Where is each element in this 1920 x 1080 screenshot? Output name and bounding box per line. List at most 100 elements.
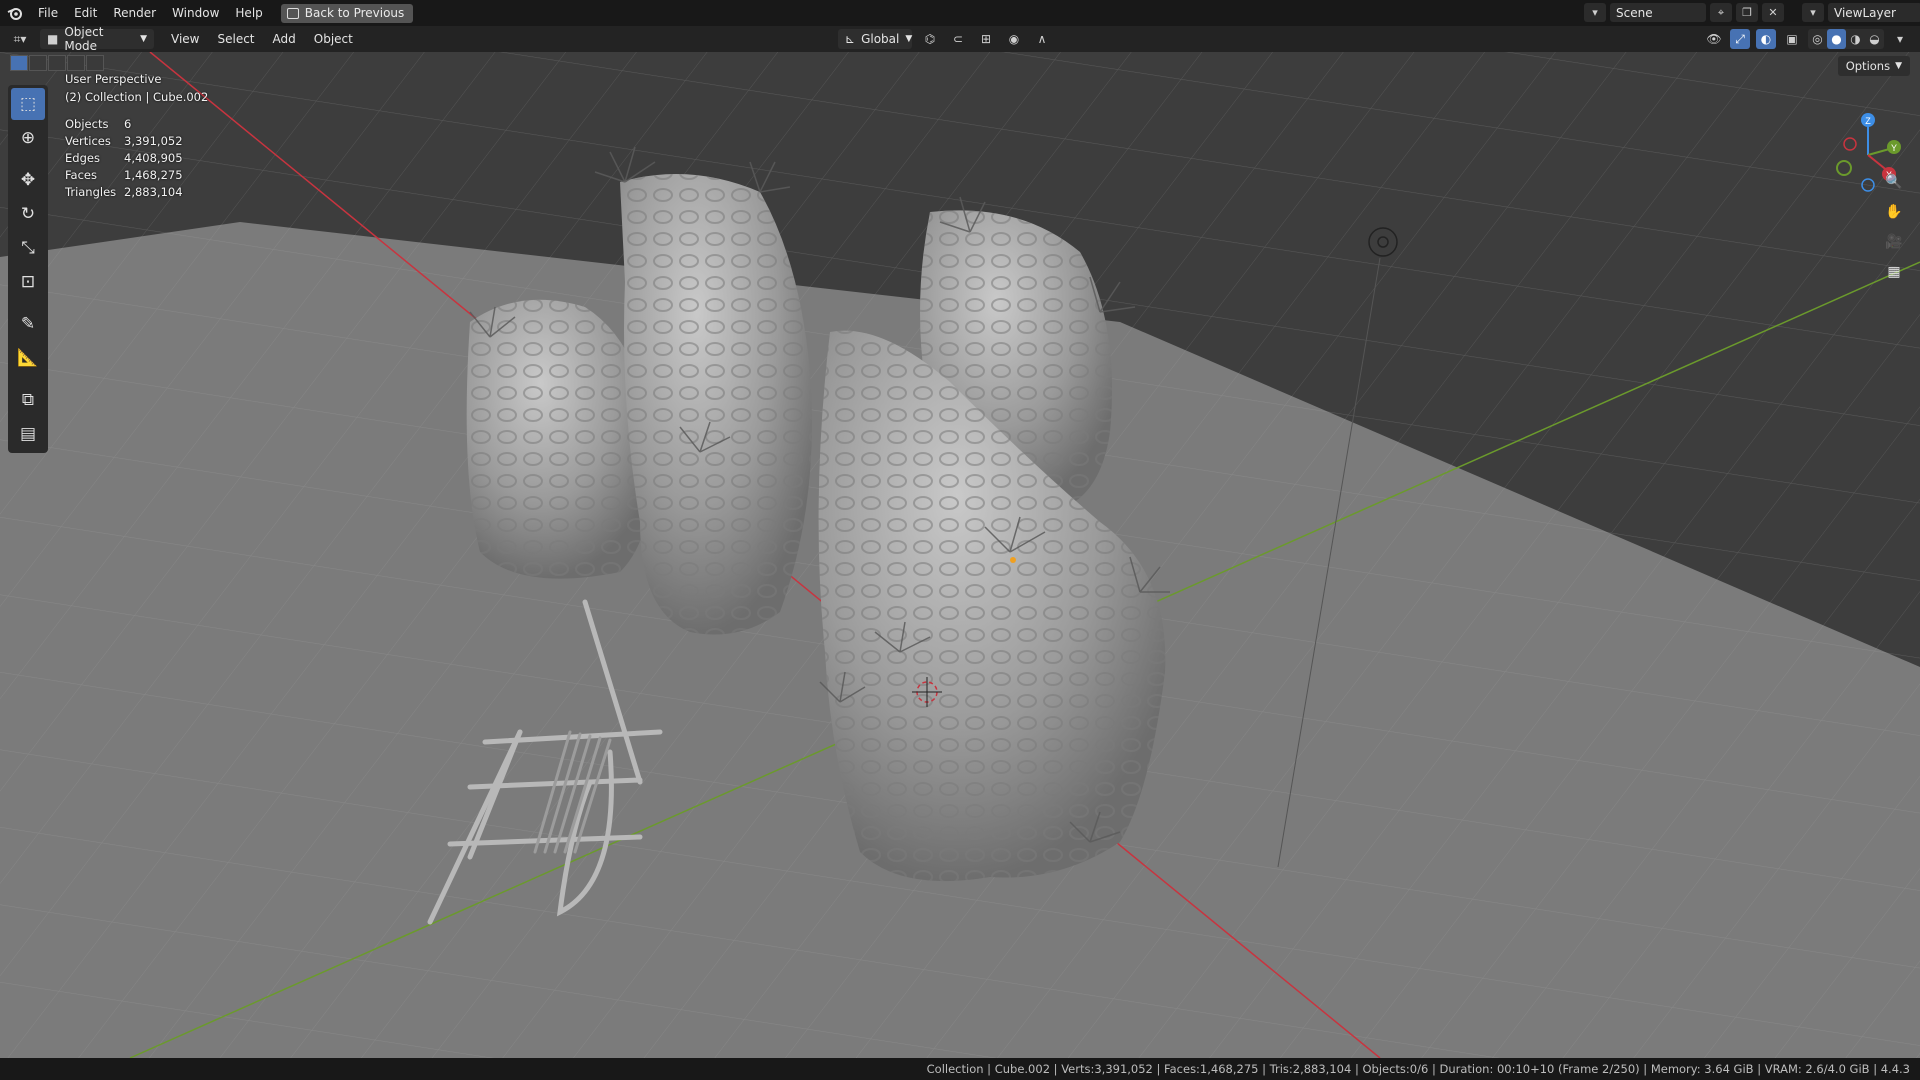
pan-hand-icon[interactable]: ✋	[1882, 200, 1906, 224]
proportional-edit-icon[interactable]: ◉	[1004, 29, 1024, 49]
stat-row: Vertices 3,391,052	[65, 133, 208, 150]
scene-browse-icon[interactable]: ▾	[1584, 3, 1606, 22]
object-mode-dropdown[interactable]: ■ Object Mode ▼	[40, 25, 154, 53]
gizmo-toggle-icon[interactable]: ⤢	[1730, 29, 1750, 49]
viewport-header: ⌗▾ ■ Object Mode ▼ View Select Add Objec…	[0, 25, 1920, 53]
select-intersect-icon[interactable]	[86, 55, 104, 71]
3d-viewport[interactable]: Z Y X ⬚ ⊕ ✥ ↻ ⤡ ⊡ ✎ 📐 ⧉ ▤ User Perspecti…	[0, 52, 1920, 1058]
scene-statistics: Objects 6 Vertices 3,391,052 Edges 4,408,90…	[65, 116, 208, 201]
stat-label: Vertices	[65, 134, 111, 148]
blender-logo-icon[interactable]	[0, 0, 30, 26]
menu-help[interactable]: Help	[227, 0, 270, 26]
select-new-icon[interactable]	[10, 55, 28, 71]
pivot-point-icon[interactable]: ⌬	[920, 29, 940, 49]
stat-label: Triangles	[65, 185, 117, 199]
options-label: Options	[1845, 59, 1891, 73]
stat-value: 1,468,275	[124, 168, 183, 182]
scene-name-field[interactable]: Scene	[1610, 3, 1706, 22]
transform-tool-icon[interactable]: ⊡	[11, 266, 45, 298]
viewport-menu-select[interactable]: Select	[208, 26, 263, 52]
view-layer-browse-icon[interactable]: ▾	[1802, 3, 1824, 22]
chevron-down-icon: ▼	[140, 34, 147, 44]
back-to-previous-label: Back to Previous	[304, 6, 405, 20]
shading-mode-group: ◎ ● ◑ ◒	[1808, 29, 1884, 49]
viewport-menu-view[interactable]: View	[162, 26, 208, 52]
scene-selector-group: ▾ Scene ⌖ ❐ ✕ ▾ ViewLayer ❐ ✕	[1584, 3, 1920, 22]
xray-toggle-icon[interactable]: ▣	[1782, 29, 1802, 49]
add-cube-tool-icon[interactable]: ⧉	[11, 384, 45, 416]
navigation-controls: 🔍 ✋ 🎥 ▦	[1882, 170, 1906, 284]
new-scene-icon[interactable]: ❐	[1736, 3, 1758, 22]
rendered-shading-icon[interactable]: ◒	[1865, 29, 1884, 49]
viewport-scene: Z Y X	[0, 52, 1920, 1058]
stat-value: 2,883,104	[124, 185, 183, 199]
stat-label: Edges	[65, 151, 100, 165]
editor-type-icon[interactable]: ⌗▾	[0, 29, 40, 49]
scene-name: Scene	[1616, 5, 1653, 20]
pin-scene-icon[interactable]: ⌖	[1710, 3, 1732, 22]
rotate-tool-icon[interactable]: ↻	[11, 198, 45, 230]
options-dropdown[interactable]: Options ▼	[1837, 56, 1910, 76]
viewport-menu-add[interactable]: Add	[264, 26, 305, 52]
wireframe-shading-icon[interactable]: ◎	[1808, 29, 1827, 49]
transform-tools: ⊾ Global ▼ ⌬ ⊂ ⊞ ◉ ∧	[838, 29, 1052, 49]
scale-tool-icon[interactable]: ⤡	[11, 232, 45, 264]
stat-row: Objects 6	[65, 116, 208, 133]
menu-window[interactable]: Window	[164, 0, 227, 26]
stat-value: 6	[124, 117, 132, 131]
viewport-display-tools: 👁 ⤢ ◐ ▣ ◎ ● ◑ ◒ ▾	[1704, 29, 1910, 49]
snap-target-icon[interactable]: ⊞	[976, 29, 996, 49]
menu-edit[interactable]: Edit	[66, 0, 105, 26]
overlays-toggle-icon[interactable]: ◐	[1756, 29, 1776, 49]
object-origin	[1010, 557, 1016, 563]
stat-label: Faces	[65, 168, 97, 182]
camera-view-icon[interactable]: 🎥	[1882, 230, 1906, 254]
transform-orientation-dropdown[interactable]: ⊾ Global ▼	[838, 29, 912, 49]
stat-row: Faces 1,468,275	[65, 167, 208, 184]
tool-shelf: ⬚ ⊕ ✥ ↻ ⤡ ⊡ ✎ 📐 ⧉ ▤	[8, 85, 48, 453]
select-box-tool-icon[interactable]: ⬚	[11, 88, 45, 120]
menu-render[interactable]: Render	[105, 0, 164, 26]
stat-row: Edges 4,408,905	[65, 150, 208, 167]
stat-value: 4,408,905	[124, 151, 183, 165]
orientation-label: Global	[861, 32, 900, 46]
select-invert-icon[interactable]	[67, 55, 85, 71]
object-mode-icon: ■	[47, 32, 59, 46]
gizmo-z-label: Z	[1865, 116, 1871, 126]
stat-label: Objects	[65, 117, 109, 131]
collection-object-name: (2) Collection | Cube.002	[65, 90, 209, 104]
view-layer-field[interactable]: ViewLayer	[1828, 3, 1920, 22]
measure-tool-icon[interactable]: 📐	[11, 342, 45, 374]
add-primitive-tool-icon[interactable]: ▤	[11, 418, 45, 450]
snap-toggle-icon[interactable]: ⊂	[948, 29, 968, 49]
gizmo-y-label: Y	[1891, 143, 1897, 153]
zoom-icon[interactable]: 🔍	[1882, 170, 1906, 194]
falloff-icon[interactable]: ∧	[1032, 29, 1052, 49]
select-subtract-icon[interactable]	[48, 55, 66, 71]
shading-options-icon[interactable]: ▾	[1890, 29, 1910, 49]
view-layer-name: ViewLayer	[1834, 5, 1896, 20]
cursor-tool-icon[interactable]: ⊕	[11, 122, 45, 154]
view-name: User Perspective	[65, 72, 162, 86]
annotate-tool-icon[interactable]: ✎	[11, 308, 45, 340]
status-bar-text: Collection | Cube.002 | Verts:3,391,052 …	[926, 1062, 1910, 1076]
stat-row: Triangles 2,883,104	[65, 184, 208, 201]
visibility-icon[interactable]: 👁	[1704, 29, 1724, 49]
chevron-down-icon: ▼	[1895, 61, 1902, 71]
viewport-info-overlay: User Perspective (2) Collection | Cube.0…	[65, 70, 208, 201]
orientation-icon: ⊾	[845, 32, 856, 46]
material-shading-icon[interactable]: ◑	[1846, 29, 1865, 49]
back-to-previous-button[interactable]: Back to Previous	[280, 3, 414, 23]
move-tool-icon[interactable]: ✥	[11, 164, 45, 196]
menu-file[interactable]: File	[30, 0, 66, 26]
select-mode-group	[10, 55, 104, 71]
delete-scene-icon[interactable]: ✕	[1762, 3, 1784, 22]
chevron-down-icon: ▼	[905, 34, 913, 44]
solid-shading-icon[interactable]: ●	[1827, 29, 1846, 49]
viewport-menu-object[interactable]: Object	[305, 26, 362, 52]
orthographic-toggle-icon[interactable]: ▦	[1882, 260, 1906, 284]
stat-value: 3,391,052	[124, 134, 183, 148]
select-extend-icon[interactable]	[29, 55, 47, 71]
top-menu-bar: File Edit Render Window Help Back to Pre…	[0, 0, 1920, 26]
object-mode-label: Object Mode	[64, 25, 104, 53]
